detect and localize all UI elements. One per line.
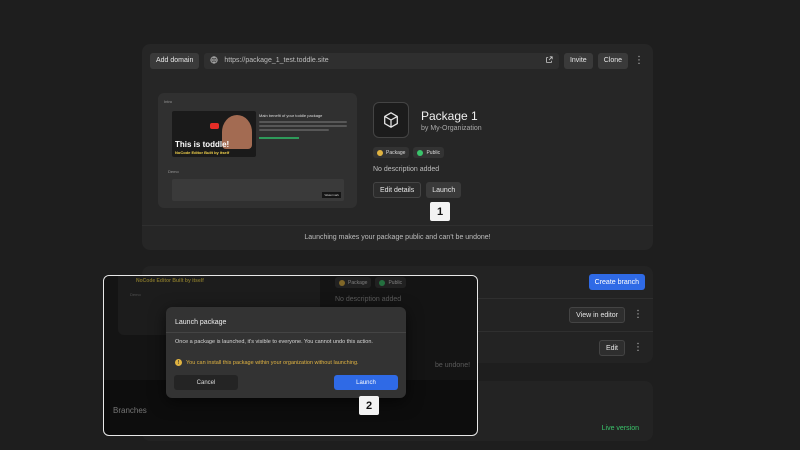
intro-label: Intro	[164, 99, 173, 104]
play-icon	[210, 123, 219, 129]
branches-heading: Branches	[113, 406, 147, 415]
background-badges: Package Public	[335, 277, 407, 288]
dialog-info-text: You can install this package within your…	[186, 359, 359, 366]
intro-video-thumbnail: This is toddle! NoCode Editor Built by i…	[172, 111, 256, 157]
package-badge-icon	[339, 279, 345, 286]
more-options-icon[interactable]: ⋮	[633, 53, 645, 69]
external-link-icon[interactable]	[545, 55, 553, 66]
background-video-subtitle: NoCode Editor Built by itself	[136, 278, 204, 284]
package-cube-icon	[373, 102, 409, 138]
globe-icon	[210, 55, 218, 66]
add-domain-button[interactable]: Add domain	[150, 52, 200, 69]
package-badge-icon	[377, 149, 383, 156]
preview-heading: Main benefit of your toddle package	[259, 113, 323, 118]
edit-button[interactable]: Edit	[598, 340, 625, 356]
background-warning: be undone!	[435, 362, 471, 369]
step-marker-2: 2	[359, 396, 379, 415]
step-marker-1: 1	[430, 202, 450, 221]
package-description: No description added	[373, 166, 440, 173]
package-badge-label: Package	[348, 279, 368, 286]
public-globe-icon	[379, 279, 386, 286]
public-badge-label: Public	[426, 149, 441, 156]
video-title: This is toddle!	[175, 140, 230, 149]
background-description: No description added	[335, 296, 402, 303]
invite-button[interactable]: Invite	[563, 52, 593, 69]
info-icon: !	[175, 359, 182, 366]
package-badge-label: Package	[386, 149, 406, 156]
clone-button[interactable]: Clone	[597, 52, 628, 69]
package-organization: by My-Organization	[421, 125, 482, 132]
url-bar[interactable]: https://package_1_test.toddle.site	[204, 52, 559, 69]
dialog-title: Launch package	[175, 319, 227, 326]
public-badge: Public	[413, 147, 445, 158]
view-in-editor-button[interactable]: View in editor	[569, 307, 625, 323]
text-line	[259, 129, 330, 131]
launch-button[interactable]: Launch	[426, 182, 462, 198]
dialog-body: Once a package is launched, it's visible…	[175, 339, 373, 345]
package-badges: Package Public	[373, 147, 445, 158]
text-line	[259, 125, 347, 127]
launch-package-dialog: Launch package Once a package is launche…	[166, 307, 406, 398]
background-public-badge: Public	[375, 277, 407, 288]
cancel-button[interactable]: Cancel	[174, 375, 238, 390]
background-demo-label: Demo	[130, 292, 141, 297]
toolbar: Add domain https://package_1_test.toddle…	[150, 52, 645, 69]
text-line	[259, 121, 347, 123]
edit-details-button[interactable]: Edit details	[373, 182, 422, 198]
confirm-launch-button[interactable]: Launch	[334, 375, 398, 390]
launch-warning: Launching makes your package public and …	[142, 225, 653, 250]
package-actions: Edit details Launch	[373, 182, 462, 198]
background-package-badge: Package	[335, 277, 372, 288]
package-badge: Package	[373, 147, 410, 158]
public-badge-label: Public	[388, 279, 403, 286]
demo-tag: Watermark	[322, 192, 341, 198]
dialog-divider	[166, 332, 406, 333]
live-version-label: Live version	[601, 425, 639, 432]
package-preview: Intro This is toddle! NoCode Editor Buil…	[158, 93, 357, 208]
demo-label: Demo	[168, 169, 179, 174]
row-options-icon[interactable]: ⋮	[632, 340, 644, 356]
dialog-info: ! You can install this package within yo…	[175, 359, 359, 366]
package-title: Package 1	[421, 109, 478, 123]
preview-link	[259, 137, 299, 139]
create-branch-button[interactable]: Create branch	[588, 274, 645, 290]
package-card: Add domain https://package_1_test.toddle…	[142, 44, 653, 250]
preview-text: Main benefit of your toddle package	[259, 113, 347, 139]
row-options-icon[interactable]: ⋮	[632, 307, 644, 323]
public-globe-icon	[417, 149, 424, 156]
video-subtitle: NoCode Editor Built by itself	[175, 150, 230, 155]
url-text: https://package_1_test.toddle.site	[224, 57, 329, 64]
demo-area: Watermark	[172, 179, 344, 201]
